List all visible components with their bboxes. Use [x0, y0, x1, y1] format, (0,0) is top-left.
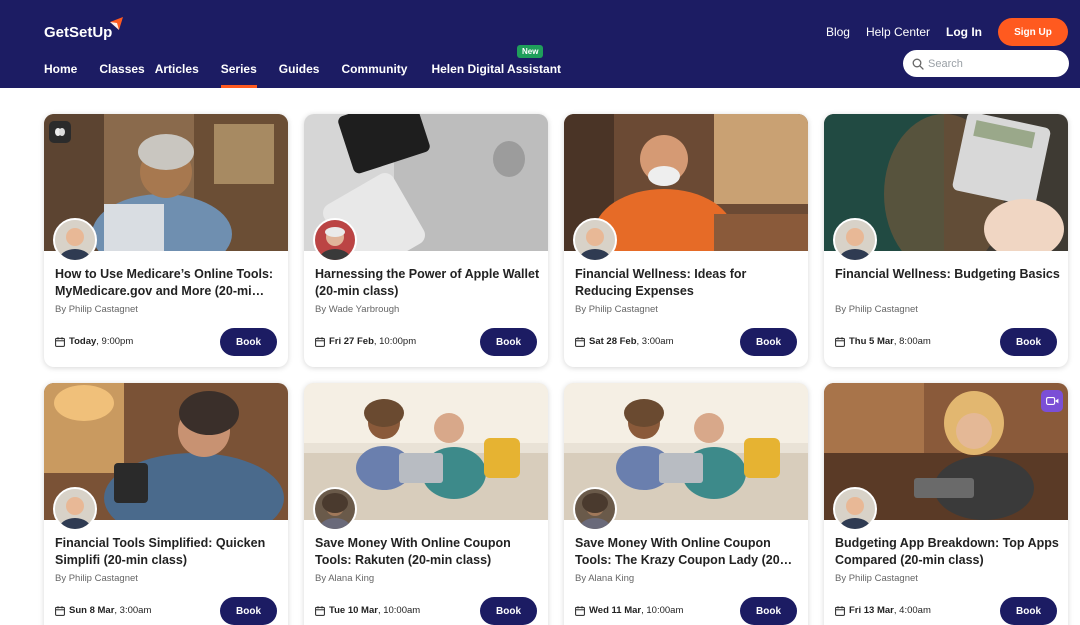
blog-link[interactable]: Blog	[826, 25, 850, 39]
instructor-avatar	[313, 218, 357, 262]
signup-button[interactable]: Sign Up	[998, 18, 1068, 46]
nav-home[interactable]: Home	[44, 62, 77, 88]
class-title[interactable]: Save Money With Online Coupon Tools: The…	[575, 535, 801, 569]
search-icon	[912, 58, 924, 70]
date-time: , 10:00am	[377, 605, 421, 616]
logo-mark-icon	[110, 17, 123, 30]
top-links: Blog Help Center Log In Sign Up	[826, 18, 1068, 46]
class-date: Fri 27 Feb, 10:00pm	[315, 336, 416, 347]
class-date: Sat 28 Feb, 3:00am	[575, 336, 674, 347]
class-date: Fri 13 Mar, 4:00am	[835, 605, 931, 616]
class-card[interactable]: How to Use Medicare’s Online Tools: MyMe…	[44, 114, 288, 367]
main-nav: Home Classes Articles Series Guides Comm…	[44, 62, 561, 88]
date-day: Tue 10 Mar	[329, 605, 378, 616]
class-date: Today, 9:00pm	[55, 336, 133, 347]
date-day: Fri 27 Feb	[329, 336, 374, 347]
class-card[interactable]: Financial Wellness: Budgeting Basics By …	[824, 114, 1068, 367]
instructor-avatar	[833, 218, 877, 262]
class-date: Sun 8 Mar, 3:00am	[55, 605, 151, 616]
nav-guides[interactable]: Guides	[279, 62, 320, 88]
date-day: Sun 8 Mar	[69, 605, 115, 616]
date-day: Thu 5 Mar	[849, 336, 894, 347]
date-time: , 3:00am	[636, 336, 674, 347]
instructor-avatar	[573, 218, 617, 262]
class-card[interactable]: Financial Wellness: Ideas for Reducing E…	[564, 114, 808, 367]
class-author: By Philip Castagnet	[55, 573, 138, 584]
video-icon	[1041, 390, 1063, 412]
instructor-avatar	[573, 487, 617, 531]
class-author: By Wade Yarbrough	[315, 304, 400, 315]
calendar-icon	[835, 605, 845, 616]
nav-helen-digital-assistant[interactable]: Helen Digital Assistant	[431, 62, 561, 88]
date-time: , 9:00pm	[96, 336, 134, 347]
date-time: , 10:00pm	[373, 336, 417, 347]
logo-text: GetSetUp	[44, 24, 113, 41]
book-button[interactable]: Book	[740, 597, 797, 625]
date-day: Sat 28 Feb	[589, 336, 637, 347]
calendar-icon	[575, 605, 585, 616]
date-day: Fri 13 Mar	[849, 605, 894, 616]
class-title[interactable]: Financial Tools Simplified: Quicken Simp…	[55, 535, 281, 569]
instructor-avatar	[53, 218, 97, 262]
brain-icon	[49, 121, 71, 143]
nav-series[interactable]: Series	[220, 62, 257, 88]
calendar-icon	[315, 336, 325, 347]
site-header: GetSetUp Home Classes Articles Series Gu…	[0, 0, 1080, 88]
book-button[interactable]: Book	[480, 328, 537, 356]
search-box[interactable]	[903, 50, 1069, 77]
instructor-avatar	[313, 487, 357, 531]
date-time: , 4:00am	[893, 605, 931, 616]
class-title[interactable]: Harnessing the Power of Apple Wallet (20…	[315, 266, 541, 300]
nav-community[interactable]: Community	[341, 62, 407, 88]
nav-articles[interactable]: Articles	[155, 62, 199, 88]
date-time: , 10:00am	[641, 605, 684, 616]
class-author: By Philip Castagnet	[835, 573, 918, 584]
class-card[interactable]: Financial Tools Simplified: Quicken Simp…	[44, 383, 288, 625]
login-link[interactable]: Log In	[946, 25, 982, 39]
instructor-avatar	[833, 487, 877, 531]
class-title[interactable]: How to Use Medicare’s Online Tools: MyMe…	[55, 266, 281, 300]
class-title[interactable]: Financial Wellness: Ideas for Reducing E…	[575, 266, 801, 300]
class-author: By Alana King	[315, 573, 375, 584]
search-input[interactable]	[928, 57, 1058, 70]
class-card[interactable]: Save Money With Online Coupon Tools: The…	[564, 383, 808, 625]
class-author: By Philip Castagnet	[55, 304, 138, 315]
class-author: By Philip Castagnet	[835, 304, 918, 315]
date-day: Wed 11 Mar	[589, 605, 642, 616]
class-title[interactable]: Budgeting App Breakdown: Top Apps Compar…	[835, 535, 1061, 569]
new-badge: New	[517, 45, 544, 58]
book-button[interactable]: Book	[1000, 328, 1057, 356]
instructor-avatar	[53, 487, 97, 531]
book-button[interactable]: Book	[220, 597, 277, 625]
date-time: , 8:00am	[893, 336, 931, 347]
class-date: Wed 11 Mar, 10:00am	[575, 605, 683, 616]
book-button[interactable]: Book	[1000, 597, 1057, 625]
class-date: Tue 10 Mar, 10:00am	[315, 605, 420, 616]
calendar-icon	[55, 336, 65, 347]
date-time: , 3:00am	[114, 605, 152, 616]
calendar-icon	[55, 605, 65, 616]
class-card[interactable]: Harnessing the Power of Apple Wallet (20…	[304, 114, 548, 367]
class-date: Thu 5 Mar, 8:00am	[835, 336, 931, 347]
class-title[interactable]: Financial Wellness: Budgeting Basics	[835, 266, 1061, 300]
class-author: By Alana King	[575, 573, 635, 584]
class-card[interactable]: Save Money With Online Coupon Tools: Rak…	[304, 383, 548, 625]
calendar-icon	[575, 336, 585, 347]
book-button[interactable]: Book	[740, 328, 797, 356]
book-button[interactable]: Book	[480, 597, 537, 625]
calendar-icon	[835, 336, 845, 347]
nav-classes[interactable]: Classes	[99, 62, 144, 88]
getsetup-logo[interactable]: GetSetUp	[44, 15, 123, 51]
help-center-link[interactable]: Help Center	[866, 25, 930, 39]
book-button[interactable]: Book	[220, 328, 277, 356]
calendar-icon	[315, 605, 325, 616]
date-day: Today	[69, 336, 97, 347]
class-card[interactable]: Budgeting App Breakdown: Top Apps Compar…	[824, 383, 1068, 625]
class-author: By Philip Castagnet	[575, 304, 658, 315]
class-title[interactable]: Save Money With Online Coupon Tools: Rak…	[315, 535, 541, 569]
